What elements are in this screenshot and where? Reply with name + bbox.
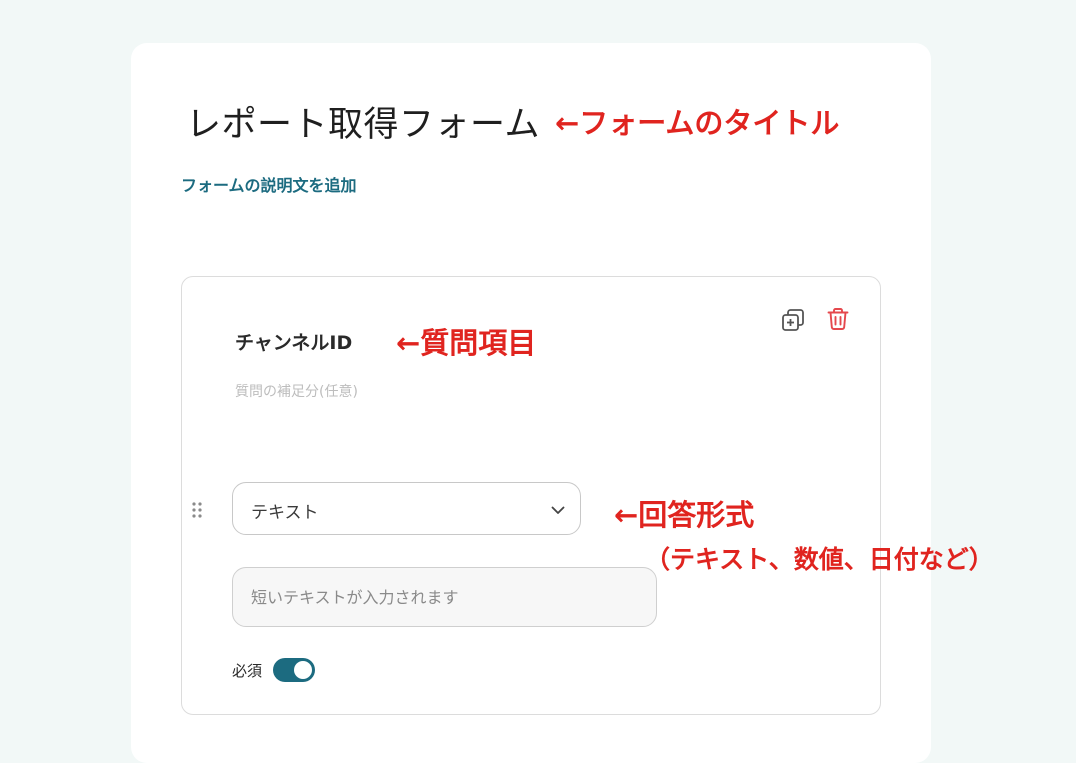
required-toggle[interactable] (273, 658, 315, 682)
required-label: 必須 (232, 662, 263, 680)
toggle-knob (294, 661, 312, 679)
annotation-form-title: ←フォームのタイトル (555, 106, 840, 140)
annotation-answer-type-examples: （テキスト、数値、日付など） (645, 545, 994, 574)
answer-type-value: テキスト (251, 503, 319, 523)
question-title[interactable]: チャンネルID (235, 328, 352, 355)
annotation-answer-type: ←回答形式 (614, 498, 755, 532)
answer-type-select[interactable]: テキスト (232, 482, 581, 535)
trash-icon[interactable] (825, 306, 851, 332)
chevron-down-icon (550, 502, 566, 518)
drag-handle-icon[interactable] (191, 501, 203, 519)
add-description-link[interactable]: フォームの説明文を追加 (181, 172, 357, 196)
form-title[interactable]: レポート取得フォーム (186, 96, 540, 147)
question-description-placeholder[interactable]: 質問の補足分(任意) (235, 381, 358, 401)
annotation-question: ←質問項目 (396, 326, 537, 360)
short-text-preview-input[interactable] (232, 567, 657, 627)
copy-icon[interactable] (780, 307, 806, 333)
